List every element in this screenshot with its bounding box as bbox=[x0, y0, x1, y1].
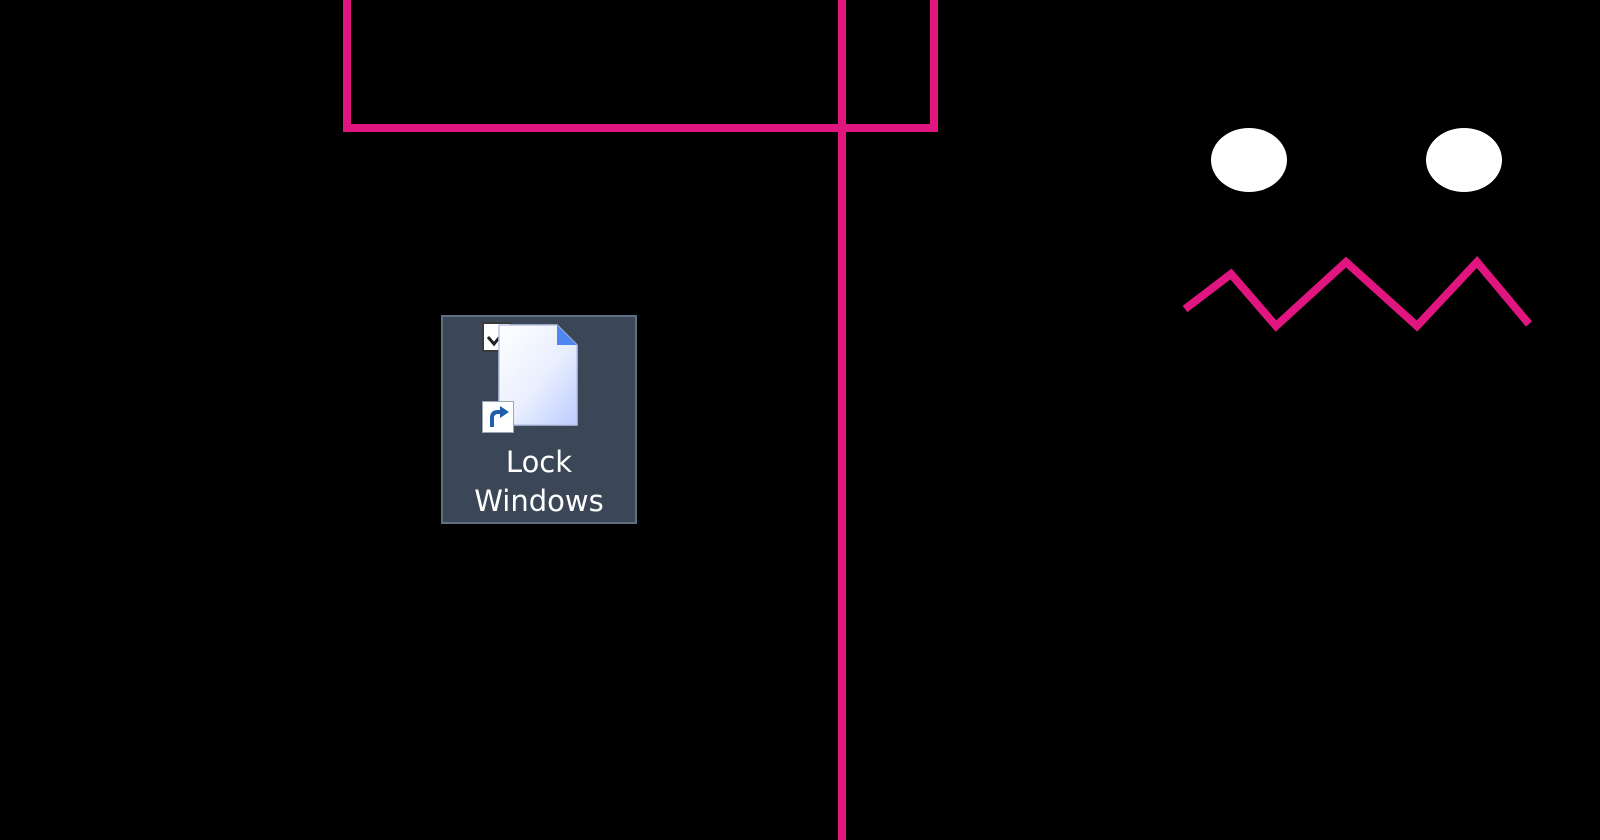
wallpaper bbox=[0, 0, 1600, 840]
desktop-icon-lock-windows[interactable]: Lock Windows bbox=[441, 315, 637, 524]
desktop[interactable]: Lock Windows bbox=[0, 0, 1600, 840]
desktop-icon-label: Lock Windows bbox=[443, 443, 635, 521]
wallpaper-right-eye bbox=[1426, 128, 1502, 192]
shortcut-arrow-icon bbox=[482, 401, 514, 433]
icon-label-line-2: Windows bbox=[474, 484, 604, 518]
icon-label-line-1: Lock bbox=[505, 445, 573, 479]
wallpaper-left-eye bbox=[1211, 128, 1287, 192]
